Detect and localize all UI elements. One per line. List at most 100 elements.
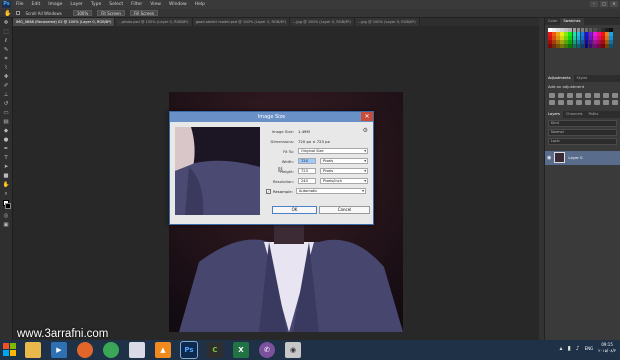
color-swatch[interactable] bbox=[609, 32, 613, 36]
color-swatch[interactable] bbox=[609, 28, 613, 32]
tab-channels[interactable]: Channels bbox=[563, 111, 586, 118]
vibrance-icon[interactable] bbox=[585, 92, 591, 98]
color-swatch[interactable] bbox=[593, 32, 597, 36]
color-swatch[interactable] bbox=[576, 32, 581, 36]
color-swatch[interactable] bbox=[601, 44, 605, 48]
color-swatch[interactable] bbox=[580, 32, 585, 36]
firefox-icon[interactable] bbox=[77, 342, 93, 358]
tab-document[interactable]: IMG_0868 (Recovered) 02 @ 100% (Layer 0,… bbox=[13, 18, 116, 26]
color-swatch[interactable] bbox=[593, 28, 597, 32]
chrome-icon[interactable] bbox=[103, 342, 119, 358]
photoshop-icon[interactable]: Ps bbox=[180, 341, 198, 359]
color-swatch[interactable] bbox=[588, 44, 593, 48]
color-swatch[interactable] bbox=[568, 44, 572, 48]
color-swatch[interactable] bbox=[584, 32, 589, 36]
fit-screen-button[interactable]: Fit Screen bbox=[97, 10, 125, 16]
photo-filter-icon[interactable] bbox=[549, 99, 555, 105]
pen-tool-icon[interactable]: ✒ bbox=[2, 145, 11, 153]
viber-icon[interactable]: ✆ bbox=[259, 342, 275, 358]
color-swatch[interactable] bbox=[609, 44, 613, 48]
color-swatch[interactable] bbox=[560, 28, 564, 32]
tray-arrow-icon[interactable]: ▴ bbox=[559, 345, 562, 352]
network-icon[interactable]: ▮ bbox=[567, 345, 570, 352]
resample-select[interactable]: Automatic ▾ bbox=[295, 188, 366, 194]
fit-to-select[interactable]: Original Size ▾ bbox=[298, 148, 368, 154]
dialog-close-icon[interactable]: ✕ bbox=[361, 112, 373, 121]
menu-edit[interactable]: Edit bbox=[32, 2, 41, 7]
color-swatch[interactable] bbox=[584, 44, 589, 48]
resample-checkbox[interactable]: ✓ bbox=[266, 188, 271, 194]
color-swatch[interactable] bbox=[576, 28, 581, 32]
exposure-icon[interactable] bbox=[576, 92, 582, 98]
color-swatch[interactable] bbox=[556, 36, 560, 40]
marquee-tool-icon[interactable]: ⬚ bbox=[2, 28, 11, 36]
color-swatch[interactable] bbox=[572, 28, 577, 32]
color-swatch[interactable] bbox=[560, 40, 564, 44]
cancel-button[interactable]: Cancel bbox=[319, 206, 370, 214]
color-swatch[interactable] bbox=[605, 32, 609, 36]
menu-image[interactable]: Image bbox=[48, 2, 62, 7]
color-swatch[interactable] bbox=[576, 36, 581, 40]
threshold-icon[interactable] bbox=[594, 99, 600, 105]
tab-document[interactable]: ...jpg @ 100% (Layer 0, RGB/8*) bbox=[354, 18, 420, 26]
quick-select-tool-icon[interactable]: ✎ bbox=[2, 46, 11, 54]
color-swatch[interactable] bbox=[556, 40, 560, 44]
layer-name[interactable]: Layer 0 bbox=[568, 155, 582, 160]
camtasia-icon[interactable]: C bbox=[207, 342, 223, 358]
color-swatch[interactable] bbox=[552, 32, 556, 36]
stamp-tool-icon[interactable]: ⊥ bbox=[2, 91, 11, 99]
tab-adjustments[interactable]: Adjustments bbox=[545, 74, 574, 82]
quick-mask-icon[interactable]: ◎ bbox=[2, 212, 11, 220]
gradient-map-icon[interactable] bbox=[603, 99, 609, 105]
shape-tool-icon[interactable]: ■ bbox=[2, 172, 11, 180]
color-swatch[interactable] bbox=[548, 32, 552, 36]
height-unit-select[interactable]: Pixels ▾ bbox=[320, 168, 368, 174]
visibility-eye-icon[interactable]: ◉ bbox=[547, 155, 551, 161]
color-swatch[interactable] bbox=[572, 36, 577, 40]
screen-mode-icon[interactable]: ▣ bbox=[2, 221, 11, 229]
color-swatch[interactable] bbox=[605, 36, 609, 40]
color-swatch[interactable] bbox=[564, 28, 568, 32]
brush-tool-icon[interactable]: ✐ bbox=[2, 82, 11, 90]
chain-link-icon[interactable]: ⛓ bbox=[277, 167, 283, 173]
tab-color[interactable]: Color bbox=[545, 18, 560, 25]
gear-icon[interactable]: ⚙ bbox=[363, 127, 368, 134]
color-swatch[interactable] bbox=[597, 44, 601, 48]
eraser-tool-icon[interactable]: ▭ bbox=[2, 109, 11, 117]
crop-tool-icon[interactable]: ⌗ bbox=[2, 55, 11, 63]
color-swatch[interactable] bbox=[593, 44, 597, 48]
color-swatch[interactable] bbox=[556, 28, 560, 32]
color-swatch[interactable] bbox=[572, 40, 577, 44]
color-swatch[interactable] bbox=[597, 36, 601, 40]
color-swatch[interactable] bbox=[580, 28, 585, 32]
color-swatch[interactable] bbox=[588, 36, 593, 40]
color-swatch[interactable] bbox=[568, 40, 572, 44]
color-swatch[interactable] bbox=[593, 36, 597, 40]
color-swatch[interactable] bbox=[552, 40, 556, 44]
swatches-grid[interactable] bbox=[545, 25, 620, 51]
minimize-button[interactable]: – bbox=[590, 1, 598, 7]
color-swatch[interactable] bbox=[588, 40, 593, 44]
color-swatch[interactable] bbox=[609, 36, 613, 40]
menu-layer[interactable]: Layer bbox=[70, 2, 83, 7]
color-swatch[interactable] bbox=[552, 36, 556, 40]
layer-lock-controls[interactable]: Lock: bbox=[548, 137, 617, 145]
excel-icon[interactable]: X bbox=[233, 342, 249, 358]
color-swatch[interactable] bbox=[568, 32, 572, 36]
layer-row[interactable]: ◉ Layer 0 bbox=[545, 150, 620, 165]
dialog-preview[interactable] bbox=[175, 127, 260, 215]
tab-document[interactable]: ...photo.psd @ 100% (Layer 0, RGB/8*) bbox=[115, 18, 193, 26]
color-swatch[interactable] bbox=[601, 32, 605, 36]
scroll-all-checkbox[interactable] bbox=[16, 11, 21, 15]
camera-icon[interactable]: ◉ bbox=[285, 342, 301, 358]
color-swatch[interactable] bbox=[560, 32, 564, 36]
color-swatch[interactable] bbox=[597, 32, 601, 36]
tab-styles[interactable]: Styles bbox=[574, 75, 591, 82]
close-window-button[interactable]: ✕ bbox=[610, 1, 618, 7]
color-swatch[interactable] bbox=[593, 40, 597, 44]
tab-swatches[interactable]: Swatches bbox=[560, 18, 584, 25]
history-brush-icon[interactable]: ↺ bbox=[2, 100, 11, 108]
color-swatch[interactable] bbox=[552, 28, 556, 32]
color-balance-icon[interactable] bbox=[603, 92, 609, 98]
color-swatch[interactable] bbox=[564, 36, 568, 40]
